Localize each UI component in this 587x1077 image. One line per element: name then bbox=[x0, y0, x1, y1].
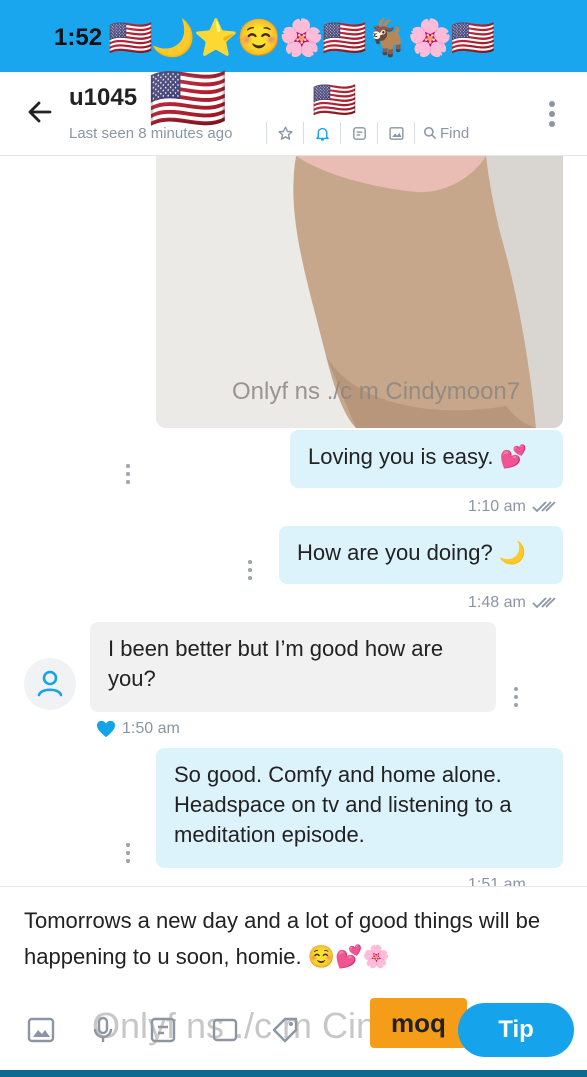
incoming-message[interactable]: I been better but I’m good how are you? bbox=[90, 622, 496, 712]
outgoing-message[interactable]: Loving you is easy. 💕 bbox=[290, 430, 563, 488]
status-emojis: 🇺🇸🌙⭐☺️🌸🇺🇸🐐🌸🇺🇸 bbox=[108, 17, 495, 58]
message-meta: 1:51 am bbox=[468, 876, 526, 886]
divider bbox=[414, 122, 415, 144]
photo-message[interactable]: Onlyf ns ./c m Cindymoon7 bbox=[156, 156, 563, 428]
message-composer: Tomorrows a new day and a lot of good th… bbox=[0, 886, 587, 1070]
image-attach-icon[interactable] bbox=[26, 1015, 56, 1045]
message-text: So good. Comfy and home alone. Headspace… bbox=[174, 762, 512, 847]
divider bbox=[340, 122, 341, 144]
message-time: 1:50 am bbox=[122, 720, 180, 737]
message-input[interactable]: Tomorrows a new day and a lot of good th… bbox=[24, 903, 569, 975]
message-options-icon[interactable] bbox=[125, 842, 131, 864]
clock: 1:52 bbox=[54, 24, 103, 51]
message-options-icon[interactable] bbox=[247, 559, 253, 581]
tip-label: moq bbox=[391, 1007, 446, 1038]
chat-header: u1045 Last seen 8 minutes ago 🇺🇸 🇺🇸 Find bbox=[0, 66, 587, 156]
message-list[interactable]: Onlyf ns ./c m Cindymoon7 Loving you is … bbox=[0, 156, 587, 886]
divider bbox=[266, 122, 267, 144]
bell-icon[interactable] bbox=[312, 123, 332, 143]
search-icon bbox=[423, 126, 437, 140]
photo-watermark: Onlyf ns ./c m Cindymoon7 bbox=[232, 378, 521, 405]
back-arrow-icon[interactable] bbox=[24, 96, 56, 128]
message-options-icon[interactable] bbox=[513, 686, 519, 708]
read-check-icon bbox=[532, 597, 556, 609]
message-time: 1:48 am bbox=[468, 594, 526, 611]
message-text: I been better but I’m good how are you? bbox=[108, 636, 444, 691]
user-icon bbox=[37, 670, 63, 697]
outgoing-message[interactable]: How are you doing? 🌙 bbox=[279, 526, 563, 584]
read-check-icon bbox=[532, 501, 556, 513]
outgoing-message[interactable]: So good. Comfy and home alone. Headspace… bbox=[156, 748, 563, 868]
find-label: Find bbox=[440, 124, 470, 142]
flag-overlay: 🇺🇸 bbox=[148, 62, 228, 134]
status-bar: 1:52 🇺🇸🌙⭐☺️🌸🇺🇸🐐🌸🇺🇸 bbox=[0, 0, 587, 72]
heart-icon[interactable] bbox=[96, 720, 116, 738]
header-toolbar: Find bbox=[258, 120, 469, 146]
message-meta: 1:50 am bbox=[96, 720, 180, 738]
message-options-icon[interactable] bbox=[125, 463, 131, 485]
gallery-icon[interactable] bbox=[386, 123, 406, 143]
send-button[interactable]: Tip bbox=[458, 1003, 574, 1057]
message-meta: 1:48 am bbox=[468, 594, 558, 612]
avatar[interactable] bbox=[24, 658, 76, 710]
contact-username[interactable]: u1045 bbox=[69, 84, 137, 112]
tip-box[interactable]: moq bbox=[370, 998, 467, 1048]
divider bbox=[377, 122, 378, 144]
star-icon[interactable] bbox=[275, 123, 295, 143]
notes-icon[interactable] bbox=[349, 123, 369, 143]
message-text: Loving you is easy. 💕 bbox=[308, 444, 527, 469]
divider bbox=[303, 122, 304, 144]
message-text: How are you doing? 🌙 bbox=[297, 540, 527, 565]
more-options-icon[interactable] bbox=[546, 100, 558, 128]
message-meta: 1:10 am bbox=[468, 498, 558, 516]
navigation-bar bbox=[0, 1070, 587, 1077]
find-button[interactable]: Find bbox=[423, 125, 469, 142]
send-label: Tip bbox=[498, 1016, 534, 1043]
message-time: 1:10 am bbox=[468, 498, 526, 515]
flag-emoji: 🇺🇸 bbox=[312, 79, 357, 120]
message-time: 1:51 am bbox=[468, 876, 526, 886]
